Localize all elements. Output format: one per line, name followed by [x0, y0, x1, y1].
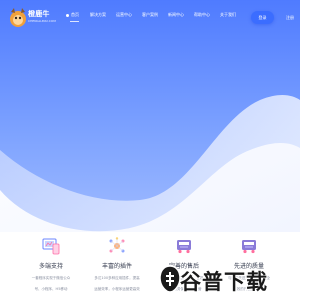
mascot-icon — [10, 8, 26, 27]
feature-desc-line2: 号、小程序、H5移动 — [34, 287, 68, 291]
nav-label: 新闻中心 — [168, 12, 184, 17]
nav-label: 帮助中心 — [194, 12, 210, 17]
multi-device-icon — [42, 238, 60, 255]
nav-label: 运营中心 — [116, 12, 132, 17]
nav-item-news[interactable]: 新闻中心 — [168, 12, 184, 18]
feature-card-multi-device: 多端支持 一套程序实现于微信公众 号、小程序、H5移动 — [20, 236, 82, 292]
nav-item-operations[interactable]: 运营中心 — [116, 12, 132, 18]
site-header: 橙鹿牛 CHENGLUNIU.COM 首页 解决方案 运营中心 客户案例 新闻中… — [0, 0, 300, 36]
nav-item-home[interactable]: 首页 — [66, 12, 79, 22]
nav-item-help[interactable]: 帮助中心 — [194, 12, 210, 18]
nav-label: 解决方案 — [90, 12, 106, 17]
quality-truck-icon — [242, 240, 256, 254]
nav-item-cases[interactable]: 客户案例 — [142, 12, 158, 18]
logo-name: 橙鹿牛 — [28, 10, 50, 18]
feature-desc-line1: 一套程序实现于微信公众 — [31, 276, 71, 280]
feature-desc-line2: 运营效率，小程序运营更高效 — [94, 287, 140, 291]
feature-desc-line1: 多达100多种应用插件，提高 — [94, 276, 140, 280]
nav-label: 客户案例 — [142, 12, 158, 17]
nav-item-solutions[interactable]: 解决方案 — [90, 12, 106, 18]
signup-button[interactable]: 注册 — [281, 11, 299, 24]
feature-title: 多端支持 — [38, 263, 63, 270]
nav-item-about[interactable]: 关于我们 — [220, 12, 236, 18]
watermark-logo-icon — [159, 265, 181, 293]
site-logo[interactable]: 橙鹿牛 CHENGLUNIU.COM — [8, 6, 58, 28]
nav-label: 首页 — [71, 12, 79, 17]
service-truck-icon — [177, 240, 191, 254]
watermark-text: 谷普下载 — [180, 270, 268, 294]
plugin-network-icon — [109, 237, 125, 253]
site-watermark: 谷普下载 — [158, 262, 300, 300]
nav-label: 关于我们 — [220, 12, 236, 17]
feature-title: 丰富的插件 — [101, 263, 132, 270]
login-button[interactable]: 登录 — [251, 11, 274, 24]
nav-dot-icon — [66, 13, 69, 17]
feature-card-plugins: 丰富的插件 多达100多种应用插件，提高 运营效率，小程序运营更高效 — [86, 236, 148, 292]
logo-subtitle: CHENGLUNIU.COM — [28, 19, 56, 23]
